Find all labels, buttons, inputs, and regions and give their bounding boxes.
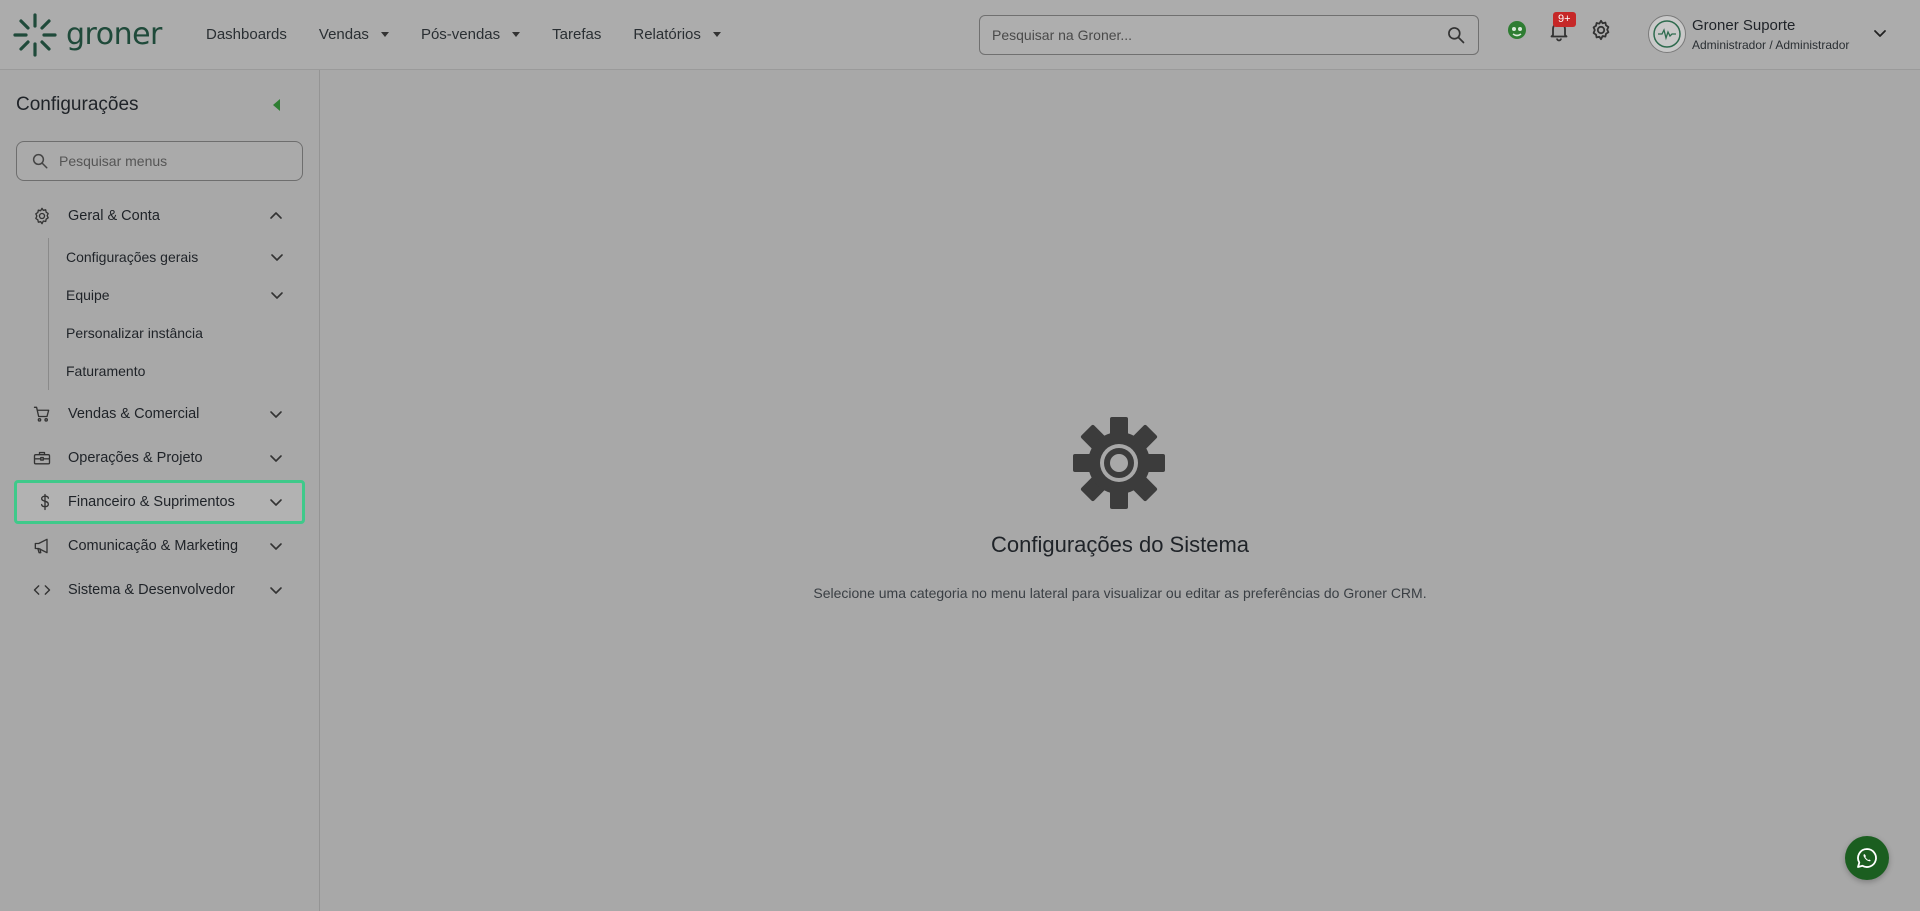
brand-logo[interactable]: groner <box>12 12 192 58</box>
chevron-down-icon <box>271 254 283 261</box>
whatsapp-icon <box>1857 848 1877 868</box>
menu-group-label: Sistema & Desenvolvedor <box>68 582 235 598</box>
menu-group-sistema-desenvolvedor[interactable]: Sistema & Desenvolvedor <box>0 568 320 612</box>
caret-down-icon <box>512 32 521 37</box>
nav-dashboards[interactable]: Dashboards <box>206 26 287 43</box>
menu-group-label: Operações & Projeto <box>68 450 203 466</box>
nav-relatorios[interactable]: Relatórios <box>633 26 721 43</box>
empty-state-description: Selecione uma categoria no menu lateral … <box>813 585 1427 601</box>
notifications-button[interactable]: 9+ <box>1547 12 1576 42</box>
global-search <box>979 15 1479 55</box>
settings-menu: Geral & Conta Configurações gerais Equip… <box>0 194 320 612</box>
chevron-up-icon <box>270 212 282 219</box>
submenu-geral-conta: Configurações gerais Equipe Personalizar… <box>48 238 320 390</box>
chevron-down-icon <box>270 543 282 550</box>
nav-label: Relatórios <box>633 26 701 43</box>
notification-badge: 9+ <box>1553 12 1576 27</box>
chevron-down-icon <box>271 292 283 299</box>
submenu-item-label: Faturamento <box>66 363 146 379</box>
nav-label: Dashboards <box>206 26 287 43</box>
search-icon <box>32 153 48 169</box>
chevron-down-icon <box>270 455 282 462</box>
submenu-item-label: Equipe <box>66 287 110 303</box>
nav-label: Pós-vendas <box>420 26 501 43</box>
nav-vendas[interactable]: Vendas <box>319 26 389 43</box>
nav-tarefas[interactable]: Tarefas <box>552 26 601 43</box>
menu-group-financeiro-suprimentos[interactable]: Financeiro & Suprimentos <box>14 480 305 524</box>
chevron-down-icon <box>270 499 282 506</box>
assistant-bot-icon[interactable] <box>1505 18 1529 42</box>
chevron-down-icon <box>270 587 282 594</box>
empty-state-title: Configurações do Sistema <box>990 532 1250 557</box>
code-icon <box>33 585 51 595</box>
sidebar-title: Configurações <box>16 94 139 115</box>
brand-name: groner <box>66 17 162 52</box>
menu-search-input[interactable] <box>59 153 279 169</box>
header-icons: 9+ <box>1505 12 1631 42</box>
menu-group-operacoes-projeto[interactable]: Operações & Projeto <box>0 436 320 480</box>
user-role: Administrador / Administrador <box>1692 37 1850 52</box>
menu-search <box>16 141 303 181</box>
cart-icon <box>33 406 50 422</box>
menu-group-comunicacao-marketing[interactable]: Comunicação & Marketing <box>0 524 320 568</box>
submenu-item-equipe[interactable]: Equipe <box>49 276 320 314</box>
large-gear-icon <box>1073 417 1165 509</box>
menu-group-label: Geral & Conta <box>68 208 160 224</box>
caret-down-icon <box>380 32 389 37</box>
settings-empty-state: Configurações do Sistema Selecione uma c… <box>320 70 1920 911</box>
nav-label: Vendas <box>318 26 369 43</box>
toolbox-icon <box>33 451 51 465</box>
avatar-logo-icon <box>1653 20 1681 48</box>
top-bar: groner Dashboards Vendas Pós-vendas Tare… <box>0 0 1920 70</box>
search-icon[interactable] <box>1446 25 1466 45</box>
menu-group-label: Vendas & Comercial <box>68 406 200 422</box>
settings-sidebar: Configurações Geral & Conta <box>0 70 320 911</box>
menu-group-geral-conta[interactable]: Geral & Conta <box>0 194 320 238</box>
user-info: Groner Suporte Administrador / Administr… <box>1692 17 1849 52</box>
megaphone-icon <box>34 538 48 554</box>
chevron-down-icon <box>270 411 282 418</box>
nav-label: Tarefas <box>552 26 602 43</box>
nav-pos-vendas[interactable]: Pós-vendas <box>420 26 521 43</box>
global-search-input[interactable] <box>992 27 1446 43</box>
dollar-icon <box>40 493 50 511</box>
menu-group-label: Financeiro & Suprimentos <box>68 494 235 510</box>
submenu-item-faturamento[interactable]: Faturamento <box>49 352 320 390</box>
menu-group-vendas-comercial[interactable]: Vendas & Comercial <box>0 392 320 436</box>
submenu-item-label: Personalizar instância <box>66 325 203 341</box>
chevron-down-icon <box>1874 30 1886 37</box>
settings-gear-icon[interactable] <box>1589 18 1613 42</box>
gear-icon <box>35 207 49 225</box>
user-menu[interactable]: Groner Suporte Administrador / Administr… <box>1648 15 1888 53</box>
avatar <box>1648 15 1686 53</box>
submenu-item-personalizar-instancia[interactable]: Personalizar instância <box>49 314 320 352</box>
user-name: Groner Suporte <box>1692 16 1796 34</box>
menu-group-label: Comunicação & Marketing <box>68 538 239 554</box>
groner-logo-icon <box>13 12 57 57</box>
submenu-item-label: Configurações gerais <box>66 249 199 265</box>
caret-down-icon <box>712 32 721 37</box>
submenu-item-configuracoes-gerais[interactable]: Configurações gerais <box>49 238 320 276</box>
whatsapp-chat-button[interactable] <box>1845 836 1889 880</box>
main-nav: Dashboards Vendas Pós-vendas Tarefas Rel… <box>206 26 753 43</box>
collapse-sidebar-icon[interactable] <box>273 99 280 111</box>
